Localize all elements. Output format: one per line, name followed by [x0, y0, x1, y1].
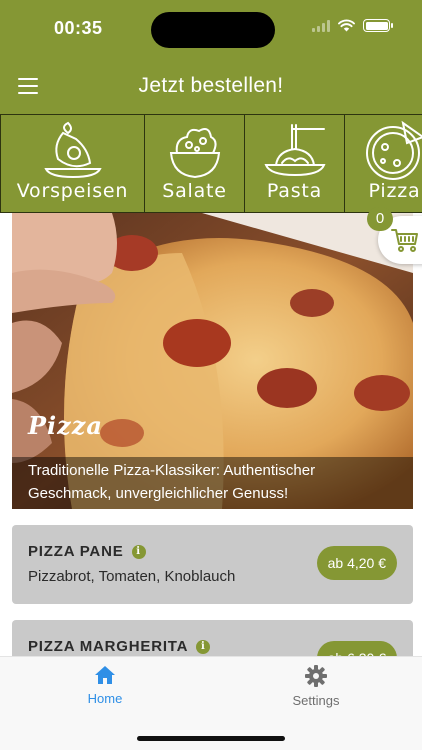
- menu-item-name: PIZZA MARGHERITA i: [28, 638, 211, 655]
- menu-item-card[interactable]: PIZZA PANE i Pizzabrot, Tomaten, Knoblau…: [12, 525, 413, 604]
- menu-item-title: PIZZA MARGHERITA: [28, 638, 189, 655]
- dynamic-island: [151, 12, 275, 48]
- tab-label: Home: [87, 691, 123, 706]
- cellular-signal-icon: [312, 19, 330, 32]
- category-label: Vorspeisen: [16, 180, 129, 202]
- app-header: 00:35 Jetzt bestellen!: [0, 0, 422, 114]
- category-pasta[interactable]: Pasta: [244, 114, 344, 213]
- category-salate[interactable]: Salate: [144, 114, 244, 213]
- page-title: Jetzt bestellen!: [138, 74, 284, 97]
- price-badge[interactable]: ab 4,20 €: [316, 546, 397, 580]
- salad-bowl-icon: [169, 128, 220, 179]
- category-label: Pizza: [368, 180, 421, 202]
- tab-label: Settings: [292, 693, 340, 708]
- battery-icon: [363, 19, 393, 32]
- shopping-cart-icon: [391, 229, 418, 252]
- hero-title: Pizza: [28, 411, 103, 440]
- pizza-icon: [365, 120, 422, 180]
- menu-item-description: Pizzabrot, Tomaten, Knoblauch: [28, 568, 236, 585]
- category-label: Pasta: [266, 180, 323, 202]
- hero-caption: Traditionelle Pizza-Klassiker: Authentis…: [12, 457, 413, 509]
- pasta-plate-icon: [264, 124, 325, 177]
- cart-count-badge: 0: [367, 207, 393, 231]
- status-time: 00:35: [54, 18, 103, 38]
- status-icons: [312, 19, 393, 32]
- starter-plate-icon: [43, 121, 102, 179]
- home-icon: [95, 666, 115, 684]
- menu-item-name: PIZZA PANE i: [28, 543, 146, 560]
- home-indicator: [137, 736, 285, 741]
- hero-caption-line: Traditionelle Pizza-Klassiker: Authentis…: [28, 462, 316, 479]
- hero-caption-line: Geschmack, unvergleichlicher Genuss!: [28, 485, 289, 502]
- category-strip: Vorspeisen Salate Pasta Pizza: [0, 114, 422, 213]
- category-hero-banner: Pizza Traditionelle Pizza-Klassiker: Aut…: [12, 213, 413, 509]
- info-icon[interactable]: i: [196, 639, 211, 654]
- wifi-icon: [338, 19, 355, 32]
- info-icon[interactable]: i: [131, 544, 146, 559]
- app-screen: 00:35 Jetzt bestellen! Vorspeisen Salate…: [0, 0, 422, 750]
- gear-icon: [305, 665, 327, 687]
- menu-item-title: PIZZA PANE: [28, 543, 124, 560]
- category-pizza[interactable]: Pizza: [344, 114, 422, 213]
- category-vorspeisen[interactable]: Vorspeisen: [0, 114, 144, 213]
- tab-settings[interactable]: Settings: [256, 665, 376, 708]
- category-label: Salate: [162, 180, 227, 202]
- tab-home[interactable]: Home: [45, 665, 165, 706]
